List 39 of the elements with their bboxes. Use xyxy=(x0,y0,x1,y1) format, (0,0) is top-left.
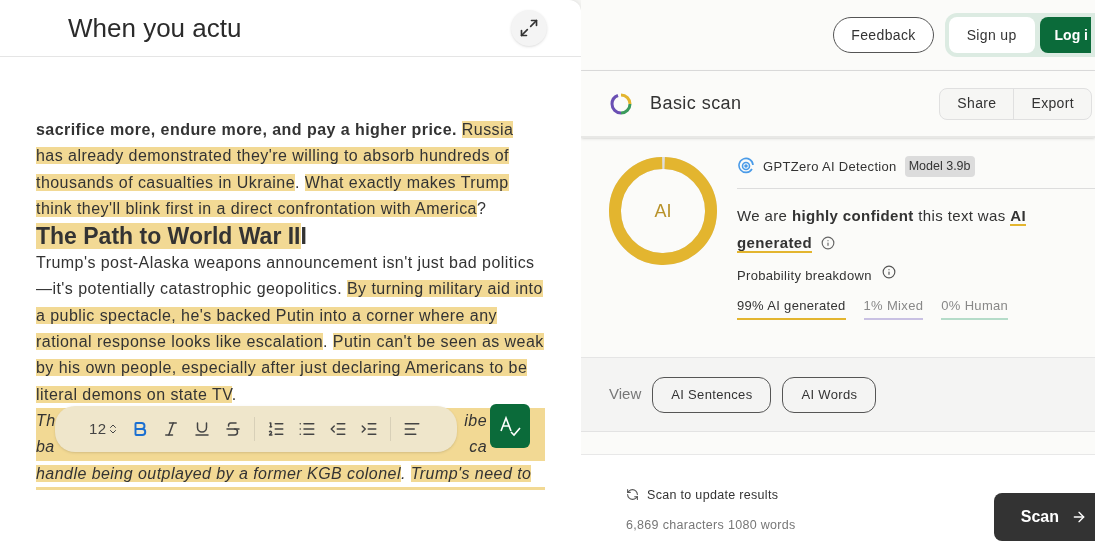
probability-item: 0% Human xyxy=(941,296,1009,320)
text-fragment: ibe xyxy=(464,410,487,431)
scan-button[interactable]: Scan xyxy=(993,493,1095,541)
sign-up-button[interactable]: Sign up xyxy=(948,17,1035,53)
share-button[interactable]: Share xyxy=(940,88,1015,119)
text-fragment: Th xyxy=(36,410,56,431)
probability-item: 99% AI generated xyxy=(737,296,846,320)
export-button[interactable]: Export xyxy=(1014,88,1091,119)
paragraph: Trump's post-Alaska weapons announcement isn't just bad politics—it's potentially catastrophic geopolitics. By turning military aid into a public spectacle, he's backed Putin into a corner where any rational response looks like escalation. Putin can't be seen as weak by his own people, especially after just declaring Americans to be literal demons on state TV. xyxy=(36,253,545,405)
probability-item: 1% Mixed xyxy=(863,296,924,320)
detector-logo-icon xyxy=(737,157,755,176)
view-option-button[interactable]: AI Words xyxy=(782,376,877,413)
view-label: View xyxy=(609,384,642,405)
feedback-button[interactable]: Feedback xyxy=(833,17,934,53)
view-option-button[interactable]: AI Sentences xyxy=(652,376,772,413)
log-in-button[interactable]: Log i xyxy=(1039,17,1091,53)
section-heading: The Path to World War III xyxy=(36,222,308,251)
paragraph: sacrifice more, endure more, and pay a higher price. Russia has already demonstrated they're willing to absorb hundreds of thousands of casualties in Ukraine. What exactly makes Trump think they'll blink first in a direct confrontation with America? xyxy=(36,120,515,219)
font-size-select[interactable]: 12 xyxy=(89,415,119,443)
character-count: 6,869 characters 1080 words xyxy=(626,517,796,535)
scan-title: Basic scan xyxy=(650,92,742,115)
update-hint: Scan to update results xyxy=(647,486,779,504)
spellcheck-button[interactable] xyxy=(490,403,530,448)
text-fragment: ca xyxy=(469,437,487,458)
score-label: AI xyxy=(654,202,672,220)
arrow-right-icon xyxy=(1071,509,1087,525)
expand-icon xyxy=(519,18,539,38)
refresh-icon xyxy=(626,488,639,502)
paragraph: handle being outplayed by a former KGB colonel. Trump's need to xyxy=(36,460,545,490)
expand-button[interactable] xyxy=(511,10,547,46)
detector-name: GPTZero AI Detection xyxy=(763,157,897,176)
info-icon[interactable] xyxy=(821,235,835,250)
verdict-sentence: We are highly confident this text was AI generated xyxy=(737,205,1027,255)
document-title[interactable]: When you actu xyxy=(68,8,242,48)
model-tag: Model 3.9b xyxy=(904,156,975,177)
breakdown-title: Probability breakdown xyxy=(737,266,872,285)
scan-progress-icon xyxy=(610,92,632,115)
info-icon[interactable] xyxy=(881,264,896,279)
text-fragment: ba xyxy=(36,437,55,458)
